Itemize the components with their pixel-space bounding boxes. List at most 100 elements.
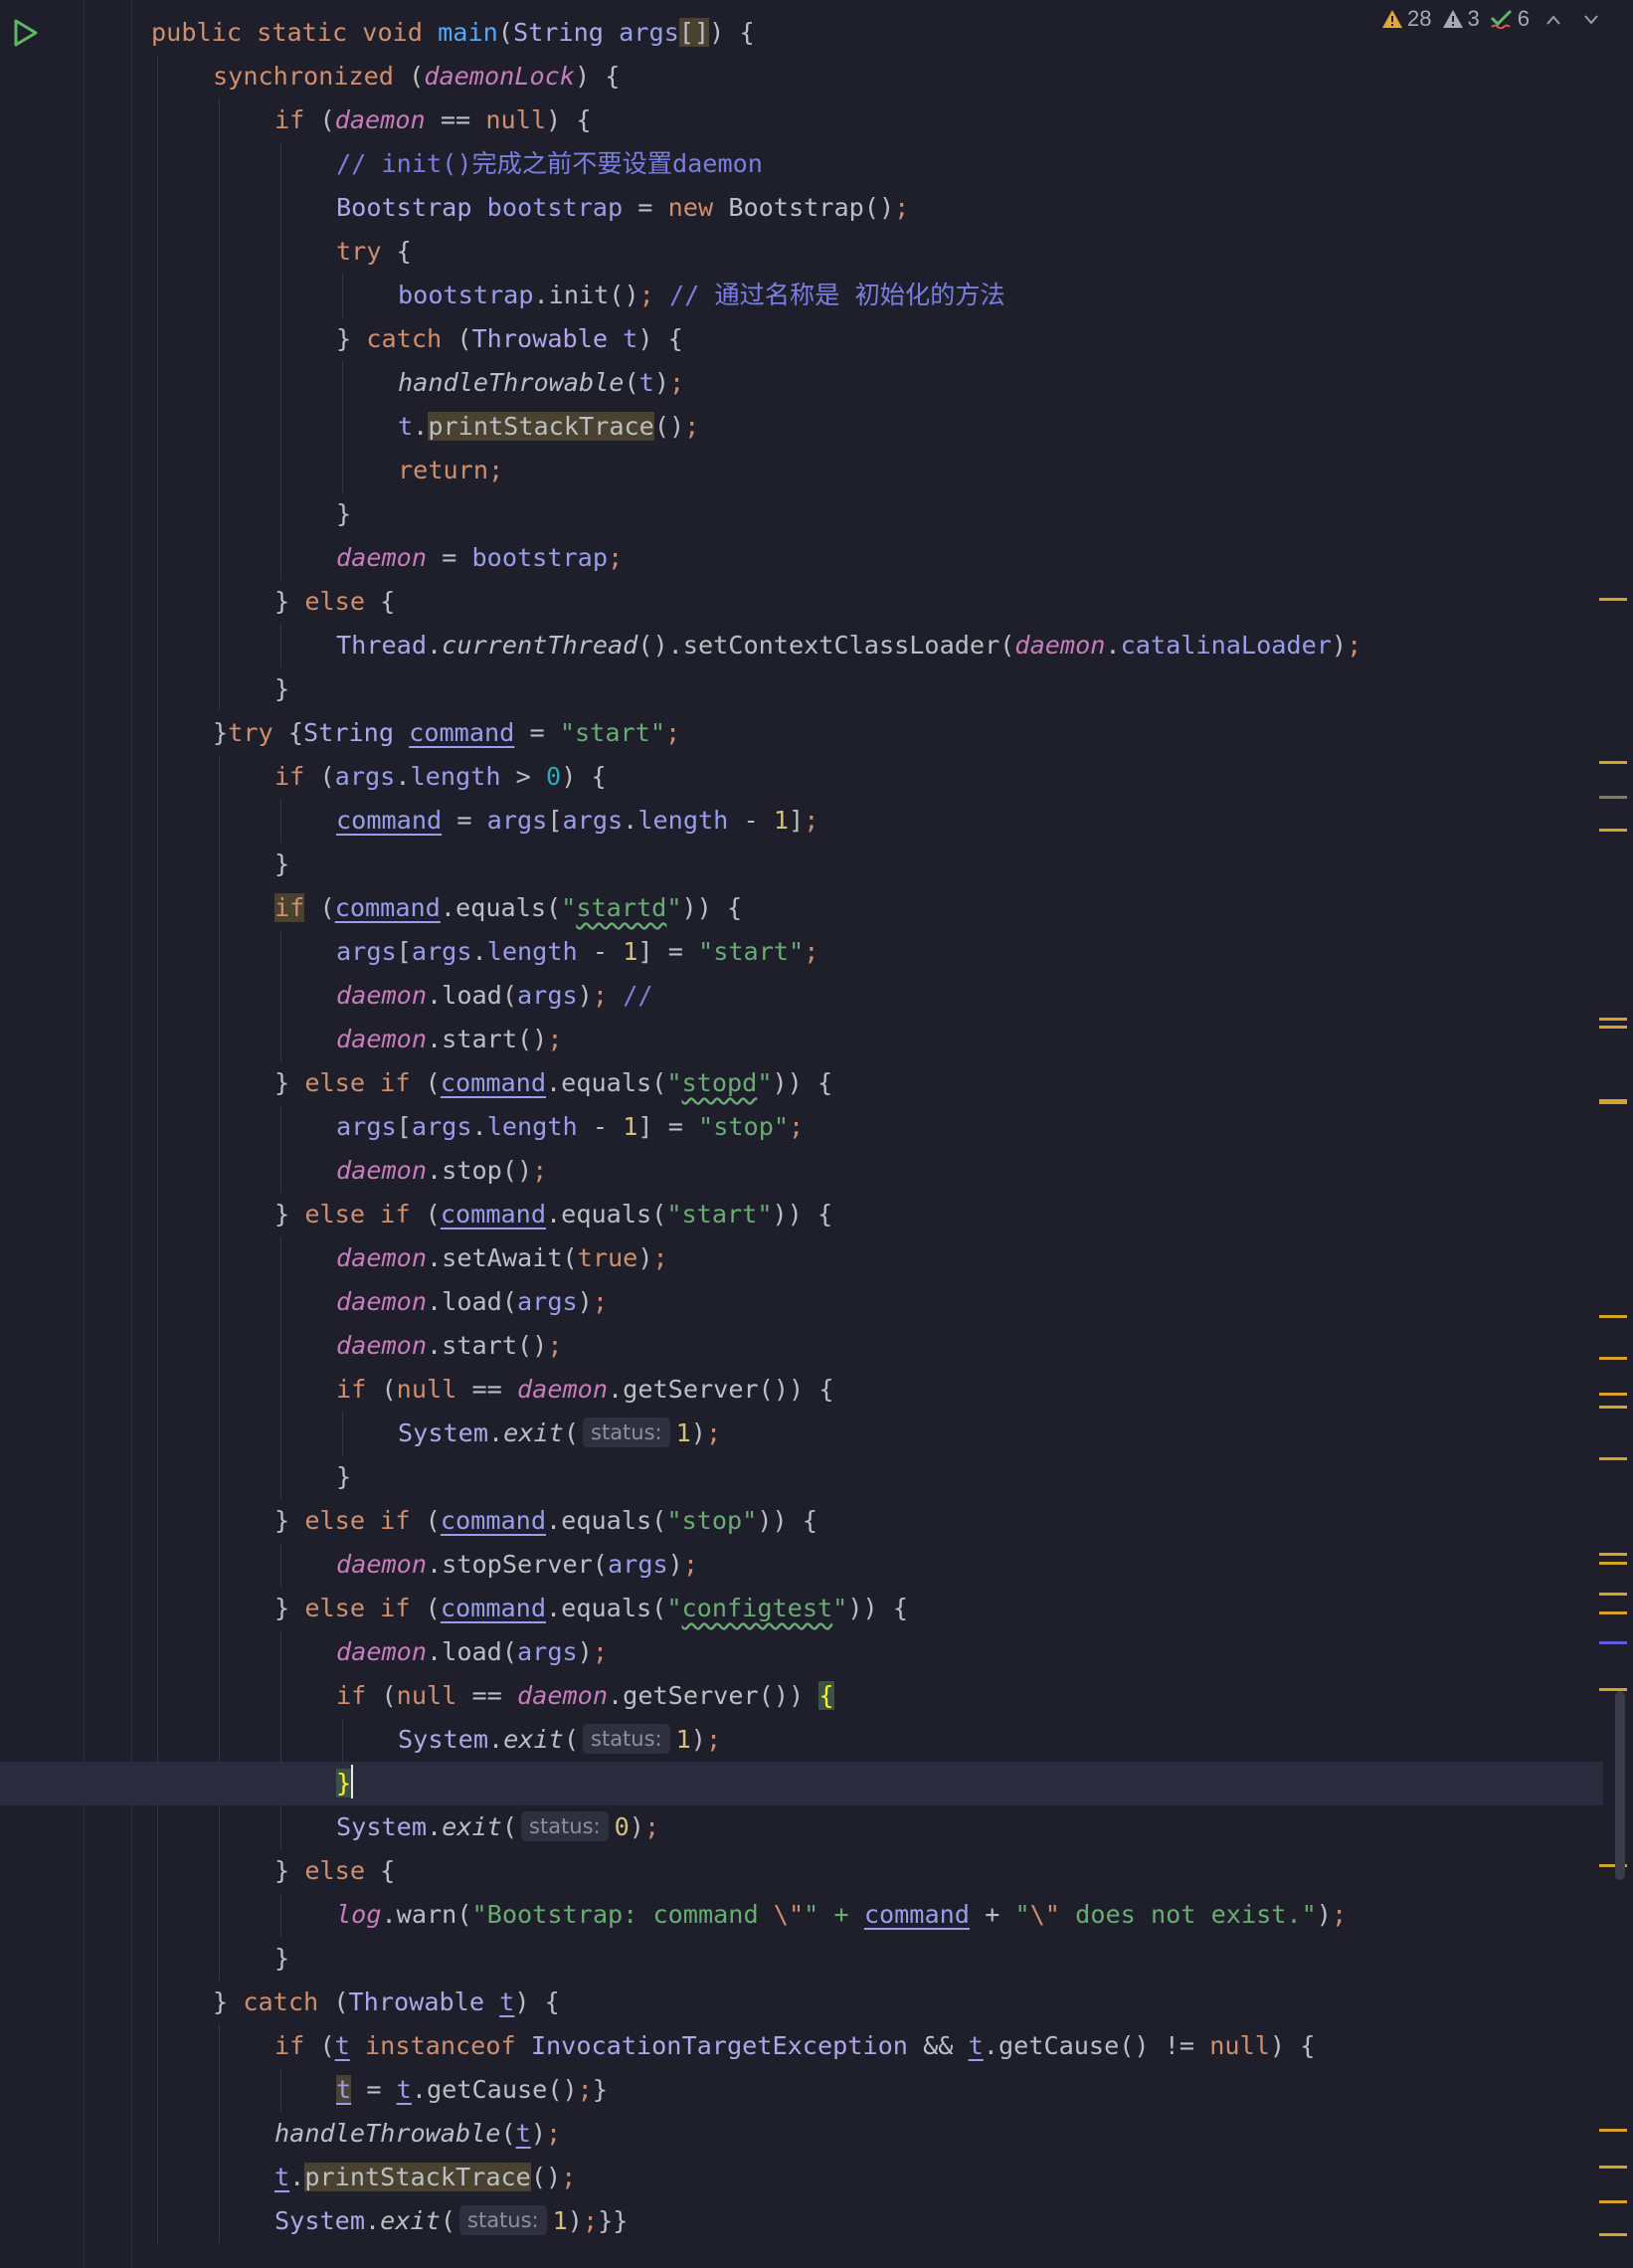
code-line[interactable]: if (null == daemon.getServer()) { xyxy=(0,1674,1603,1718)
stripe-mark[interactable] xyxy=(1599,761,1627,764)
stripe-mark[interactable] xyxy=(1599,829,1627,832)
code-token: ) xyxy=(637,1243,653,1272)
code-line[interactable]: daemon.setAwait(true); xyxy=(0,1236,1603,1280)
code-line[interactable]: } else if (command.equals("start")) { xyxy=(0,1193,1603,1236)
code-line[interactable]: log.warn("Bootstrap: command \"" + comma… xyxy=(0,1893,1603,1937)
warnings-indicator[interactable]: 28 xyxy=(1381,6,1432,32)
code-token: else xyxy=(304,1856,381,1885)
code-line[interactable]: handleThrowable(t); xyxy=(0,361,1603,405)
code-line[interactable]: t = t.getCause();} xyxy=(0,2068,1603,2112)
stripe-mark[interactable] xyxy=(1599,1593,1627,1596)
stripe-mark[interactable] xyxy=(1599,1553,1627,1556)
code-line[interactable]: } catch (Throwable t) { xyxy=(0,1981,1603,2024)
code-line[interactable]: if (args.length > 0) { xyxy=(0,755,1603,799)
stripe-mark[interactable] xyxy=(1599,1099,1627,1104)
stripe-mark[interactable] xyxy=(1599,1393,1627,1396)
code-line[interactable]: } xyxy=(0,843,1603,886)
code-token: null xyxy=(485,105,547,134)
code-token: ; xyxy=(1331,1900,1348,1929)
code-line[interactable]: args[args.length - 1] = "stop"; xyxy=(0,1105,1603,1149)
code-token: { xyxy=(380,587,396,616)
code-line[interactable]: daemon.start(); xyxy=(0,1018,1603,1061)
stripe-mark[interactable] xyxy=(1599,1018,1627,1021)
stripe-mark[interactable] xyxy=(1599,2129,1627,2132)
stripe-mark[interactable] xyxy=(1599,1457,1627,1460)
weak-warnings-indicator[interactable]: 3 xyxy=(1442,6,1480,32)
code-token: args xyxy=(334,762,396,791)
code-line[interactable]: } else { xyxy=(0,580,1603,624)
code-line[interactable]: if (t instanceof InvocationTargetExcepti… xyxy=(0,2024,1603,2068)
code-line[interactable]: } xyxy=(0,1937,1603,1981)
stripe-mark[interactable] xyxy=(1599,2233,1627,2236)
vertical-scrollbar[interactable] xyxy=(1615,1691,1625,1880)
code-line[interactable]: // init()完成之前不要设置daemon xyxy=(0,142,1603,186)
code-line[interactable]: Thread.currentThread().setContextClassLo… xyxy=(0,624,1603,667)
code-line[interactable]: handleThrowable(t); xyxy=(0,2112,1603,2156)
code-line[interactable]: daemon.load(args); // xyxy=(0,974,1603,1018)
code-token: ] = xyxy=(637,937,699,966)
stripe-mark[interactable] xyxy=(1599,1641,1627,1644)
stripe-mark[interactable] xyxy=(1599,2166,1627,2169)
code-text: if (null == daemon.getServer()) { xyxy=(336,1674,834,1718)
stripe-mark[interactable] xyxy=(1599,1406,1627,1409)
code-line[interactable]: return; xyxy=(0,449,1603,492)
code-line[interactable]: } else if (command.equals("stop")) { xyxy=(0,1499,1603,1543)
stripe-mark[interactable] xyxy=(1599,1315,1627,1318)
code-text: if (t instanceof InvocationTargetExcepti… xyxy=(274,2024,1315,2068)
code-token: configtest xyxy=(681,1594,833,1622)
code-line[interactable]: daemon.stop(); xyxy=(0,1149,1603,1193)
code-token: command xyxy=(440,1200,546,1228)
inspection-status-bar[interactable]: 28 3 6 xyxy=(1381,4,1605,34)
typos-indicator[interactable]: 6 xyxy=(1490,6,1530,32)
code-line[interactable]: } xyxy=(0,667,1603,711)
code-line[interactable]: command = args[args.length - 1]; xyxy=(0,799,1603,843)
code-line[interactable]: try { xyxy=(0,230,1603,274)
current-code-line[interactable]: } xyxy=(0,1762,1603,1805)
code-line[interactable]: }try {String command = "start"; xyxy=(0,711,1603,755)
code-line[interactable]: public static void main(String args[]) { xyxy=(0,11,1603,55)
stripe-mark[interactable] xyxy=(1599,1026,1627,1029)
code-line[interactable]: if (daemon == null) { xyxy=(0,98,1603,142)
code-token: System xyxy=(336,1812,427,1841)
code-token: args xyxy=(336,1112,397,1141)
code-line[interactable]: System.exit(status: 1); xyxy=(0,1718,1603,1762)
previous-highlight-button[interactable] xyxy=(1540,6,1567,32)
code-line[interactable]: System.exit(status: 1);}} xyxy=(0,2199,1603,2243)
code-line[interactable]: } else if (command.equals("stopd")) { xyxy=(0,1061,1603,1105)
code-line[interactable]: daemon.load(args); xyxy=(0,1630,1603,1674)
code-line[interactable]: System.exit(status: 1); xyxy=(0,1412,1603,1455)
code-line[interactable]: daemon.stopServer(args); xyxy=(0,1543,1603,1587)
stripe-mark[interactable] xyxy=(1599,2200,1627,2203)
code-line[interactable]: bootstrap.init(); // 通过名称是 初始化的方法 xyxy=(0,274,1603,317)
error-stripe[interactable] xyxy=(1597,0,1627,2268)
stripe-mark[interactable] xyxy=(1599,796,1627,799)
stripe-mark[interactable] xyxy=(1599,1562,1627,1565)
code-line[interactable]: Bootstrap bootstrap = new Bootstrap(); xyxy=(0,186,1603,230)
code-line[interactable]: daemon.load(args); xyxy=(0,1280,1603,1324)
code-line[interactable]: t.printStackTrace(); xyxy=(0,405,1603,449)
stripe-mark[interactable] xyxy=(1599,1611,1627,1614)
code-text: command = args[args.length - 1]; xyxy=(336,799,818,843)
code-line[interactable]: } xyxy=(0,492,1603,536)
code-line[interactable]: } else if (command.equals("configtest"))… xyxy=(0,1587,1603,1630)
stripe-mark[interactable] xyxy=(1599,598,1627,601)
code-line[interactable]: if (null == daemon.getServer()) { xyxy=(0,1368,1603,1412)
code-line[interactable]: if (command.equals("startd")) { xyxy=(0,886,1603,930)
stripe-mark[interactable] xyxy=(1599,1357,1627,1360)
code-text: } else { xyxy=(274,580,395,624)
code-token: Throwable xyxy=(348,1987,500,2016)
code-line[interactable]: } xyxy=(0,1455,1603,1499)
stripe-mark[interactable] xyxy=(1599,1688,1627,1691)
code-line[interactable]: } catch (Throwable t) { xyxy=(0,317,1603,361)
code-line[interactable]: daemon = bootstrap; xyxy=(0,536,1603,580)
code-editor[interactable]: public static void main(String args[]) {… xyxy=(0,0,1633,2268)
code-line[interactable]: args[args.length - 1] = "start"; xyxy=(0,930,1603,974)
code-token: .equals( xyxy=(546,1594,667,1622)
code-line[interactable]: } else { xyxy=(0,1849,1603,1893)
code-line[interactable]: daemon.start(); xyxy=(0,1324,1603,1368)
code-token: - xyxy=(728,806,774,835)
code-token: .getServer()) { xyxy=(608,1375,834,1404)
code-line[interactable]: System.exit(status: 0); xyxy=(0,1805,1603,1849)
code-line[interactable]: t.printStackTrace(); xyxy=(0,2156,1603,2199)
code-line[interactable]: synchronized (daemonLock) { xyxy=(0,55,1603,98)
